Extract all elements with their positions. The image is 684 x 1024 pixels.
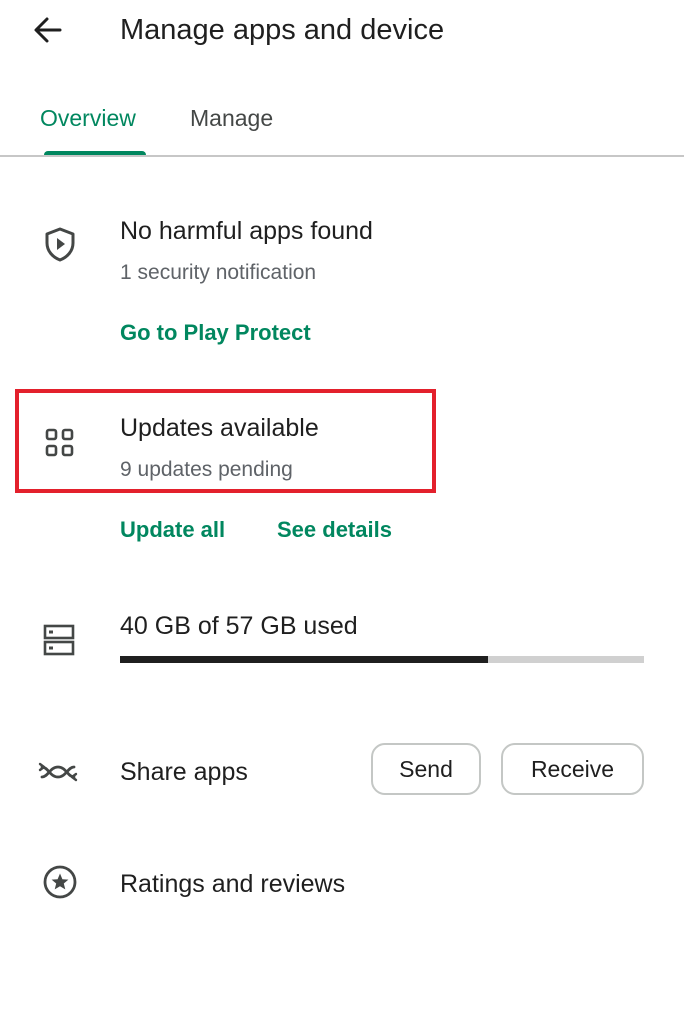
page-title: Manage apps and device [120,14,445,46]
send-button[interactable]: Send [371,743,481,795]
ratings-reviews-title[interactable]: Ratings and reviews [120,867,345,901]
storage-progress-bar [120,656,644,663]
storage-progress-fill [120,656,488,663]
go-to-play-protect-link[interactable]: Go to Play Protect [120,317,311,349]
play-protect-title: No harmful apps found [120,217,373,245]
tab-overview[interactable]: Overview [40,98,136,138]
arrow-back-icon[interactable] [28,10,68,50]
manage-apps-screen: Manage apps and device Overview Manage N… [0,0,684,1024]
share-apps-icon [38,752,78,792]
see-details-link[interactable]: See details [277,514,392,546]
shield-play-icon [40,224,80,264]
storage-icon [40,620,80,660]
tab-manage[interactable]: Manage [190,98,273,138]
play-protect-subtitle: 1 security notification [120,261,317,284]
share-apps-title: Share apps [120,758,248,786]
update-all-link[interactable]: Update all [120,514,225,546]
tab-divider [0,155,684,157]
updates-highlight-box [15,389,436,493]
star-circle-icon [40,862,80,902]
receive-button[interactable]: Receive [501,743,644,795]
storage-title: 40 GB of 57 GB used [120,612,358,640]
